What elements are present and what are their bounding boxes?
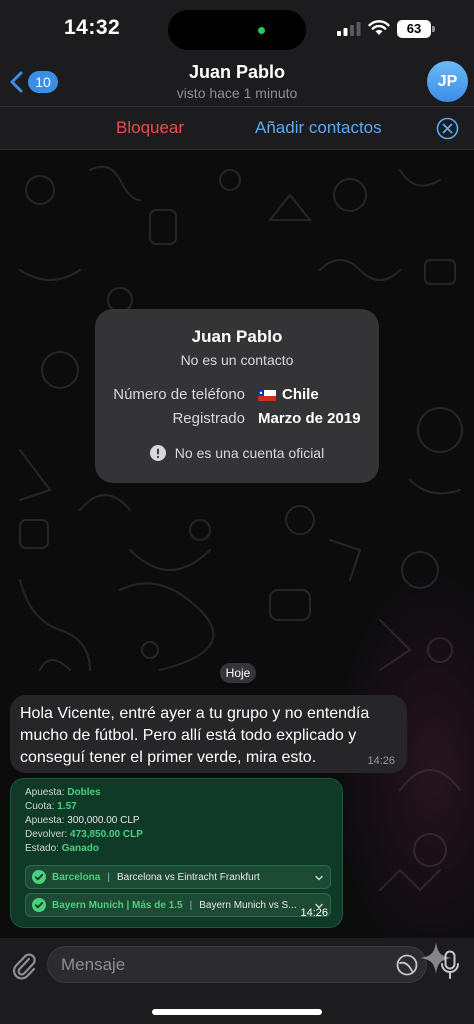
camera-indicator-dot — [258, 27, 265, 34]
phone-country: Chile — [258, 386, 319, 403]
home-indicator[interactable] — [152, 1009, 322, 1015]
divider: | — [107, 871, 110, 883]
card-contact-name: Juan Pablo — [191, 327, 283, 346]
match-event: Barcelona vs Eintracht Frankfurt — [116, 871, 260, 883]
match-event: Bayern Munich vs S... — [199, 899, 297, 911]
wifi-icon — [368, 20, 390, 35]
match-pick: Bayern Munich | Más de 1.5 — [52, 899, 183, 911]
match-row: Bayern Munich | Más de 1.5 | Bayern Muni… — [25, 893, 331, 917]
phone-label: Número de teléfono — [113, 386, 245, 403]
match-row: Barcelona | Barcelona vs Eintracht Frank… — [25, 865, 331, 889]
avatar[interactable]: JP — [427, 61, 468, 102]
contact-action-bar: Bloquear Añadir contactos — [0, 106, 474, 150]
dynamic-island — [168, 10, 306, 50]
bet-type-row: Apuesta: Dobles — [25, 787, 101, 798]
message-input[interactable] — [47, 946, 427, 983]
chat-area[interactable]: Juan Pablo No es un contacto Número de t… — [0, 150, 474, 938]
chile-flag-icon — [258, 389, 276, 401]
card-contact-status: No es un contacto — [180, 352, 294, 368]
warning-text: No es una cuenta oficial — [174, 445, 325, 461]
bet-type-label: Apuesta: — [25, 787, 65, 798]
contact-info-card: Juan Pablo No es un contacto Número de t… — [95, 309, 379, 483]
cellular-signal-icon — [337, 22, 361, 36]
close-icon[interactable] — [436, 117, 459, 140]
date-separator: Hoje — [220, 663, 256, 683]
phone-country-name: Chile — [282, 386, 319, 403]
check-circle-icon — [32, 870, 46, 884]
sparkle-icon — [420, 942, 452, 974]
message-bubble[interactable]: Hola Vicente, entré ayer a tu grupo y no… — [10, 695, 407, 773]
bet-return-value: 473,850.00 CLP — [70, 829, 143, 840]
status-time: 14:32 — [64, 16, 121, 39]
registered-date: Marzo de 2019 — [258, 410, 361, 427]
bet-status-label: Estado: — [25, 843, 59, 854]
last-seen-status: visto hace 1 minuto — [176, 85, 298, 101]
divider: | — [189, 899, 193, 911]
bet-status-row: Estado: Ganado — [25, 843, 99, 854]
bet-stake-row: Apuesta: 300,000.00 CLP — [25, 815, 140, 826]
battery-tip — [432, 26, 435, 32]
bet-type-value: Dobles — [67, 787, 101, 798]
add-contacts-button[interactable]: Añadir contactos — [255, 118, 382, 138]
bet-odds-value: 1.57 — [57, 801, 77, 812]
bet-status-value: Ganado — [61, 843, 99, 854]
bet-stake-value: 300,000.00 CLP — [67, 815, 140, 826]
image-message-time: 14:26 — [300, 907, 328, 919]
match-pick: Barcelona — [52, 871, 101, 883]
message-time: 14:26 — [367, 755, 395, 767]
chevron-down-icon — [315, 875, 323, 881]
bet-odds-label: Cuota: — [25, 801, 55, 812]
unofficial-account-warning: No es una cuenta oficial — [95, 445, 379, 461]
battery-icon: 63 — [397, 20, 431, 38]
bet-odds-row: Cuota: 1.57 — [25, 801, 77, 812]
check-circle-icon — [32, 898, 46, 912]
bet-return-row: Devolver: 473,850.00 CLP — [25, 829, 143, 840]
bet-stake-label: Apuesta: — [25, 815, 65, 826]
paperclip-icon[interactable] — [10, 950, 38, 980]
sticker-icon[interactable] — [396, 954, 418, 976]
status-bar: 14:32 63 — [0, 0, 474, 58]
contact-name[interactable]: Juan Pablo — [0, 62, 474, 83]
message-text: Hola Vicente, entré ayer a tu grupo y no… — [20, 705, 370, 766]
bet-return-label: Devolver: — [25, 829, 68, 840]
chat-header: 10 Juan Pablo visto hace 1 minuto JP — [0, 58, 474, 106]
registered-label: Registrado — [172, 410, 245, 427]
exclamation-icon — [149, 445, 166, 461]
bet-slip-image-message[interactable]: Apuesta: Dobles Cuota: 1.57 Apuesta: 300… — [10, 778, 343, 928]
block-button[interactable]: Bloquear — [116, 118, 184, 138]
